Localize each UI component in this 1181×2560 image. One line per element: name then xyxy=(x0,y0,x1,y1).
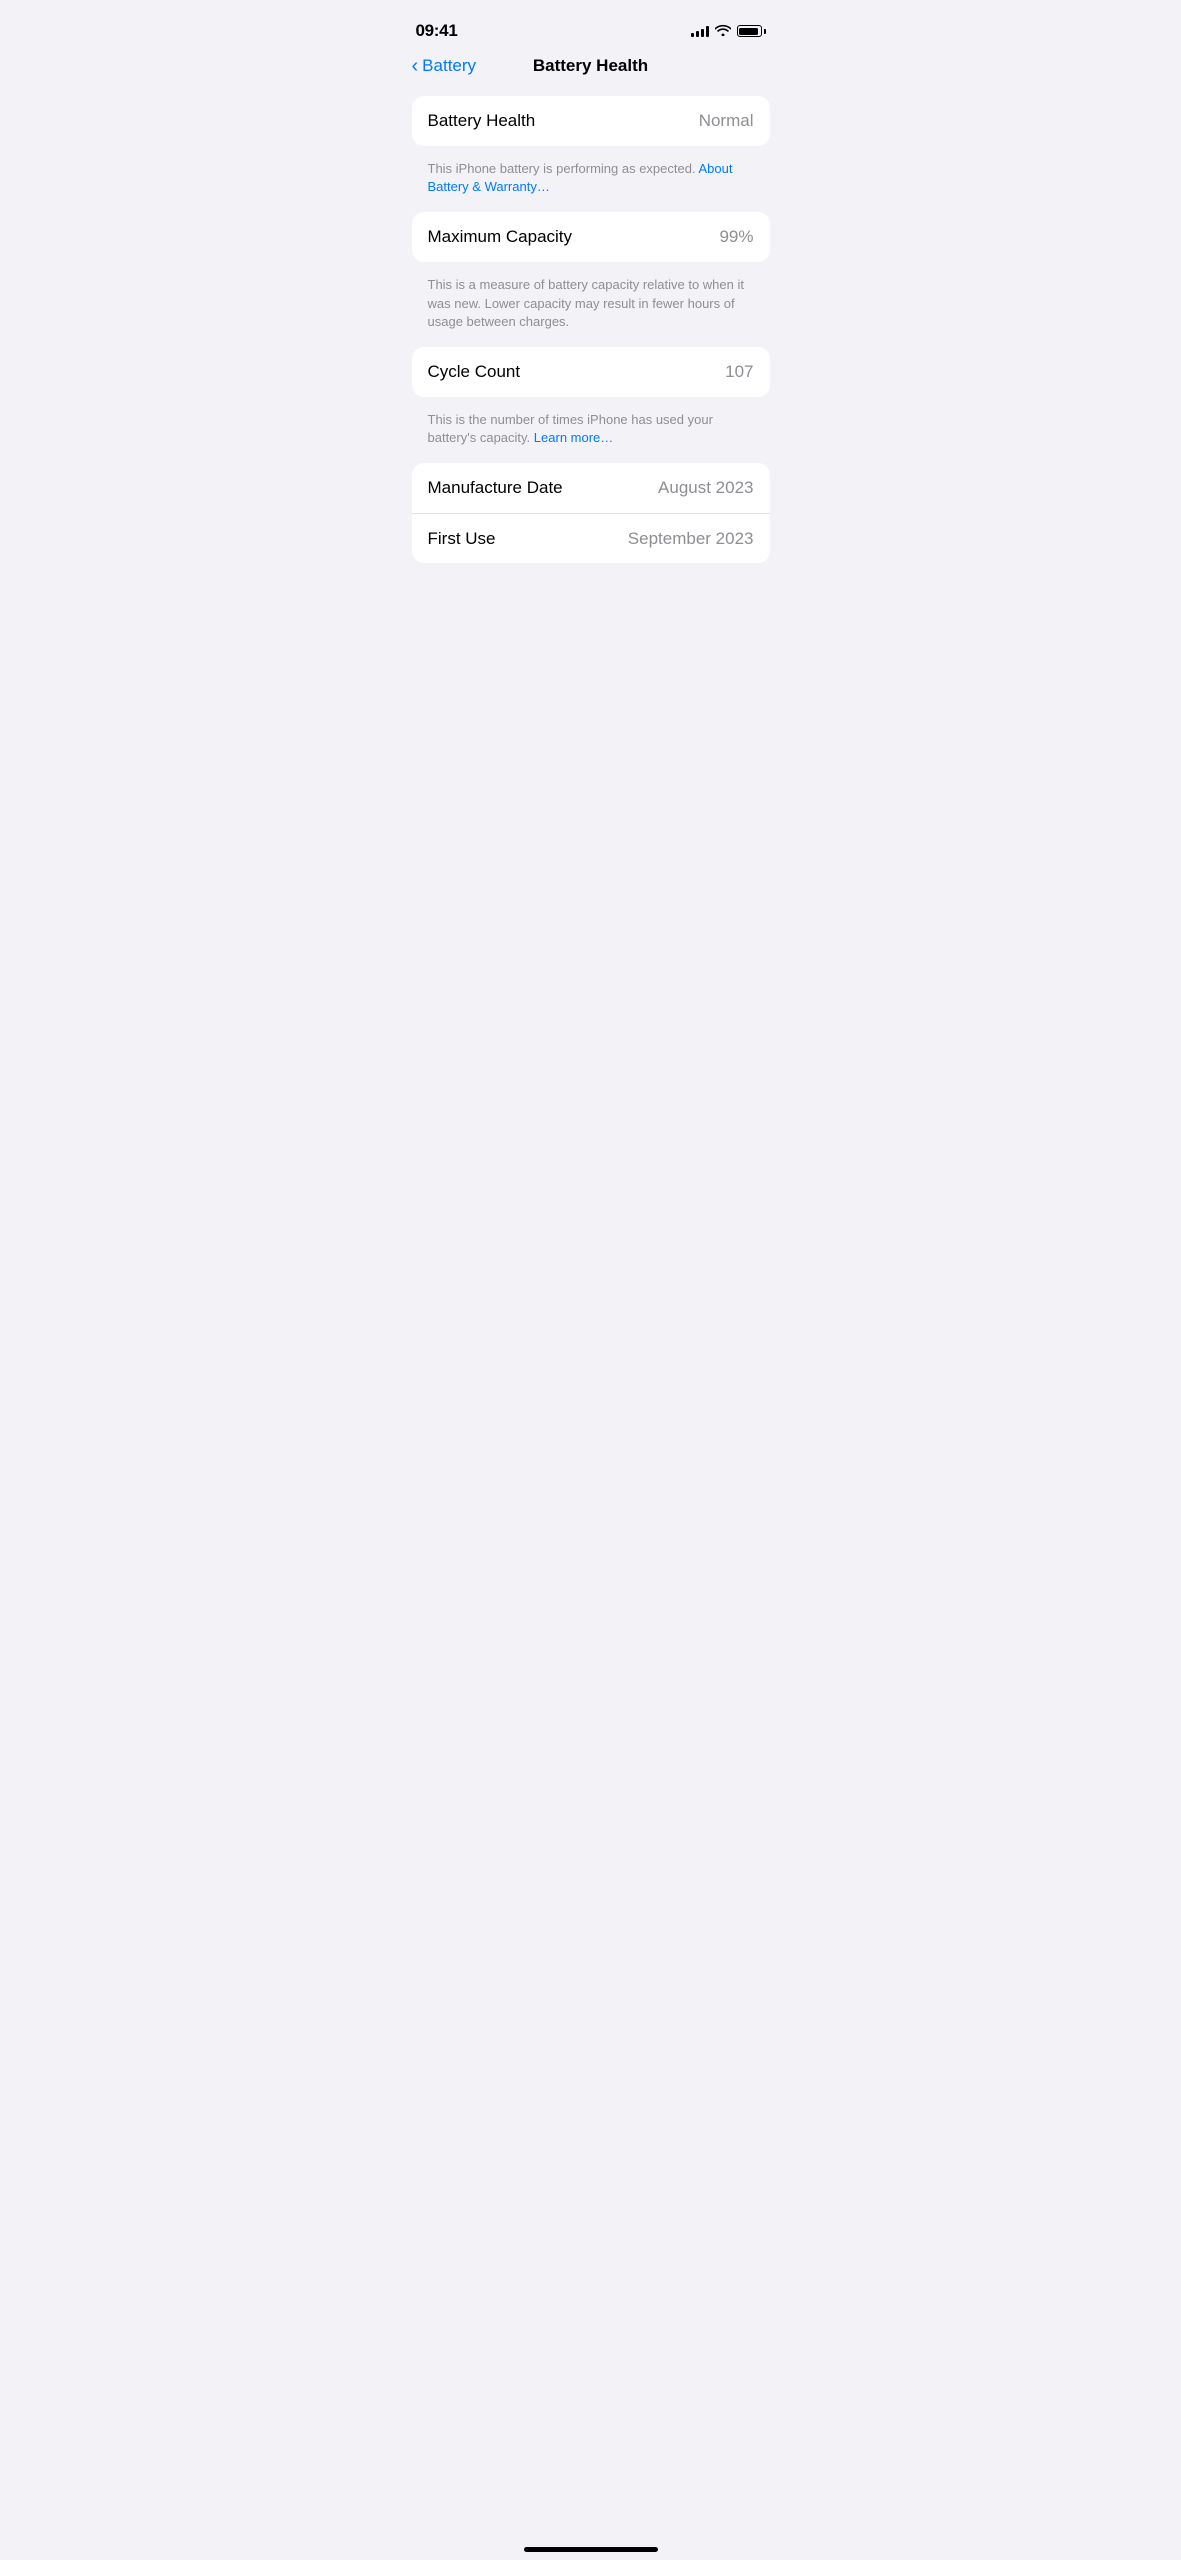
cycle-count-label: Cycle Count xyxy=(428,362,521,382)
maximum-capacity-row: Maximum Capacity 99% xyxy=(412,212,770,262)
page-title: Battery Health xyxy=(533,56,648,76)
status-icons xyxy=(691,24,766,38)
maximum-capacity-helper: This is a measure of battery capacity re… xyxy=(412,270,770,347)
learn-more-link[interactable]: Learn more… xyxy=(534,430,613,445)
first-use-value: September 2023 xyxy=(628,529,754,549)
home-indicator xyxy=(524,2547,658,2552)
wifi-icon xyxy=(715,24,731,38)
cycle-count-helper: This is the number of times iPhone has u… xyxy=(412,405,770,463)
status-time: 09:41 xyxy=(416,21,458,41)
chevron-left-icon: ‹ xyxy=(412,56,419,76)
manufacture-date-row: Manufacture Date August 2023 xyxy=(412,463,770,513)
cycle-count-row: Cycle Count 107 xyxy=(412,347,770,397)
first-use-label: First Use xyxy=(428,529,496,549)
cycle-count-card: Cycle Count 107 xyxy=(412,347,770,397)
battery-health-value: Normal xyxy=(699,111,754,131)
maximum-capacity-value: 99% xyxy=(719,227,753,247)
battery-status-icon xyxy=(737,25,766,37)
back-button[interactable]: ‹ Battery xyxy=(412,56,477,76)
battery-health-label: Battery Health xyxy=(428,111,536,131)
cycle-count-value: 107 xyxy=(725,362,753,382)
status-bar: 09:41 xyxy=(396,0,786,48)
maximum-capacity-label: Maximum Capacity xyxy=(428,227,573,247)
first-use-row: First Use September 2023 xyxy=(412,513,770,563)
nav-header: ‹ Battery Battery Health xyxy=(396,48,786,88)
battery-health-card: Battery Health Normal xyxy=(412,96,770,146)
battery-warranty-link[interactable]: About Battery & Warranty… xyxy=(428,161,733,194)
battery-health-helper: This iPhone battery is performing as exp… xyxy=(412,154,770,212)
main-content: Battery Health Normal This iPhone batter… xyxy=(396,88,786,563)
manufacture-date-label: Manufacture Date xyxy=(428,478,563,498)
manufacture-date-value: August 2023 xyxy=(658,478,753,498)
battery-health-row: Battery Health Normal xyxy=(412,96,770,146)
maximum-capacity-card: Maximum Capacity 99% xyxy=(412,212,770,262)
signal-icon xyxy=(691,25,709,37)
back-label: Battery xyxy=(422,56,476,76)
dates-card: Manufacture Date August 2023 First Use S… xyxy=(412,463,770,563)
